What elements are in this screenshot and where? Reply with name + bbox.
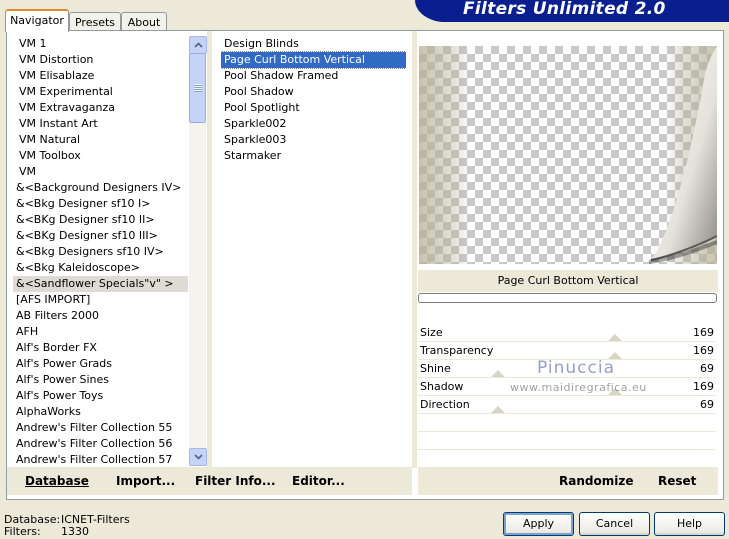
category-item[interactable]: AFH: [13, 324, 188, 340]
param-value: 69: [700, 362, 714, 375]
category-item[interactable]: Andrew's Filter Collection 55: [13, 420, 188, 436]
empty-param-row: [418, 450, 716, 468]
param-value: 169: [693, 344, 714, 357]
category-item[interactable]: Alf's Border FX: [13, 340, 188, 356]
category-item[interactable]: Andrew's Filter Collection 56: [13, 436, 188, 452]
category-item[interactable]: VM: [13, 164, 188, 180]
filter-item[interactable]: Design Blinds: [221, 36, 406, 52]
filter-item[interactable]: Sparkle002: [221, 116, 406, 132]
selected-filter-name: Page Curl Bottom Vertical: [418, 270, 718, 292]
category-item[interactable]: [AFS IMPORT]: [13, 292, 188, 308]
pane-divider[interactable]: [412, 31, 417, 468]
empty-param-row: [418, 432, 716, 450]
slider-handle[interactable]: [491, 406, 505, 413]
category-item[interactable]: &<BKg Designer sf10 II>: [13, 212, 188, 228]
param-value: 69: [700, 398, 714, 411]
param-value: 169: [693, 326, 714, 339]
param-label: Size: [420, 326, 443, 339]
filter-item[interactable]: Page Curl Bottom Vertical: [221, 51, 406, 69]
filters-count-label: Filters:: [4, 525, 41, 538]
chevron-up-icon: [193, 42, 203, 48]
filters-count-value: 1330: [61, 525, 89, 538]
category-item[interactable]: VM Distortion: [13, 52, 188, 68]
tab-about[interactable]: About: [121, 12, 167, 32]
filter-info-button[interactable]: Filter Info...: [195, 474, 276, 488]
pane-divider[interactable]: [207, 31, 212, 468]
category-item[interactable]: &<BKg Designer sf10 III>: [13, 228, 188, 244]
filter-item[interactable]: Pool Spotlight: [221, 100, 406, 116]
category-item[interactable]: &<Bkg Designers sf10 IV>: [13, 244, 188, 260]
category-item[interactable]: &<Background Designers IV>: [13, 180, 188, 196]
randomize-button[interactable]: Randomize: [559, 474, 633, 488]
database-button[interactable]: Database: [25, 474, 89, 488]
category-item[interactable]: VM 1: [13, 36, 188, 52]
category-item[interactable]: AlphaWorks: [13, 404, 188, 420]
category-item[interactable]: &<Bkg Kaleidoscope>: [13, 260, 188, 276]
watermark-url: www.maidiregrafica.eu: [510, 381, 647, 394]
category-item[interactable]: &<Bkg Designer sf10 I>: [13, 196, 188, 212]
app-title: Filters Unlimited 2.0: [463, 0, 666, 19]
tab-presets[interactable]: Presets: [69, 12, 121, 32]
help-button[interactable]: Help: [654, 512, 725, 536]
chevron-down-icon: [193, 454, 203, 460]
category-item[interactable]: AB Filters 2000: [13, 308, 188, 324]
param-label: Shadow: [420, 380, 464, 393]
editor-button[interactable]: Editor...: [292, 474, 345, 488]
param-row[interactable]: Direction 69: [418, 396, 716, 414]
category-item[interactable]: VM Extravaganza: [13, 100, 188, 116]
category-item[interactable]: VM Natural: [13, 132, 188, 148]
param-value: 169: [693, 380, 714, 393]
param-row[interactable]: Size 169: [418, 324, 716, 342]
category-list[interactable]: VM 1 VM Distortion VM Elisablaze VM Experim…: [13, 36, 188, 468]
page-curl-icon: [648, 46, 717, 264]
category-item[interactable]: VM Toolbox: [13, 148, 188, 164]
scroll-thumb[interactable]: [189, 53, 206, 123]
header-banner: Filters Unlimited 2.0: [415, 0, 729, 22]
filter-list[interactable]: Design Blinds Page Curl Bottom Vertical Po…: [221, 36, 406, 236]
param-label: Direction: [420, 398, 470, 411]
category-item[interactable]: VM Instant Art: [13, 116, 188, 132]
empty-param-row: [418, 414, 716, 432]
category-scrollbar[interactable]: [189, 36, 207, 466]
cancel-button[interactable]: Cancel: [579, 512, 650, 536]
category-item[interactable]: Alf's Power Sines: [13, 372, 188, 388]
scroll-up-button[interactable]: [189, 36, 207, 54]
param-label: Shine: [420, 362, 451, 375]
category-item[interactable]: Andrew's Filter Collection 57: [13, 452, 188, 468]
grip-icon: [194, 84, 202, 92]
category-item[interactable]: VM Elisablaze: [13, 68, 188, 84]
category-item[interactable]: VM Experimental: [13, 84, 188, 100]
category-item[interactable]: &<Sandflower Specials"v" >: [13, 276, 188, 292]
slider-handle[interactable]: [491, 370, 505, 377]
watermark-name: Pinuccia: [537, 358, 615, 378]
param-label: Transparency: [420, 344, 494, 357]
filter-item[interactable]: Starmaker: [221, 148, 406, 164]
reset-button[interactable]: Reset: [658, 474, 696, 488]
slider-handle[interactable]: [608, 334, 622, 341]
progress-bar: [418, 293, 717, 303]
filter-item[interactable]: Pool Shadow Framed: [221, 68, 406, 84]
scroll-down-button[interactable]: [189, 448, 207, 466]
category-item[interactable]: Alf's Power Toys: [13, 388, 188, 404]
filter-item[interactable]: Sparkle003: [221, 132, 406, 148]
apply-button[interactable]: Apply: [503, 512, 574, 536]
category-item[interactable]: Alf's Power Grads: [13, 356, 188, 372]
import-button[interactable]: Import...: [116, 474, 175, 488]
filter-item[interactable]: Pool Shadow: [221, 84, 406, 100]
preview-image: [419, 46, 717, 264]
tab-navigator[interactable]: Navigator: [5, 9, 69, 32]
